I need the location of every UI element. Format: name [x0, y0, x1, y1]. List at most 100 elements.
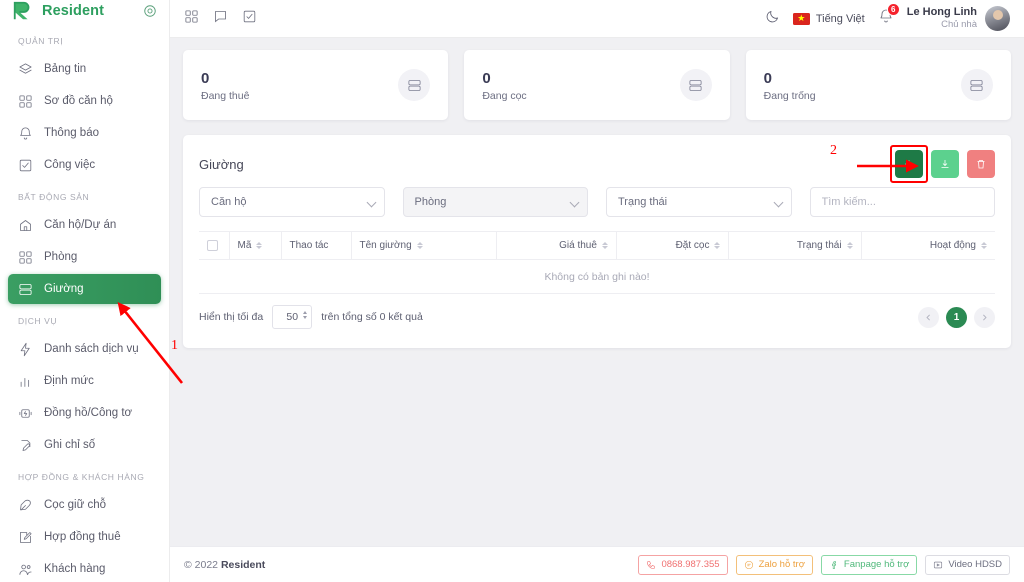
sidebar-item-ng-h-c-ng-t[interactable]: Đồng hồ/Công tơ	[8, 398, 161, 428]
layers-icon	[18, 62, 33, 77]
language-selector[interactable]: ★ Tiếng Việt	[793, 13, 865, 25]
task-check-icon	[18, 158, 33, 173]
stat-value: 0	[482, 68, 526, 91]
sidebar-item-c-c-gi-ch[interactable]: Cọc giữ chỗ	[8, 490, 161, 520]
sidebar-item-c-ng-vi-c[interactable]: Công việc	[8, 150, 161, 180]
table-header-cell[interactable]: Mã	[229, 232, 281, 260]
sort-icon[interactable]	[602, 242, 608, 249]
sidebar: Resident QUẢN TRỊBảng tinSơ đồ căn hộThô…	[0, 0, 170, 582]
panel-header: Giường	[199, 149, 995, 179]
sidebar-item-label: Định mức	[44, 375, 94, 387]
panel-title: Giường	[199, 157, 244, 172]
page-size-select[interactable]: 50	[272, 305, 312, 329]
zalo-support-button[interactable]: Zalo hỗ trợ	[736, 555, 813, 575]
task-check-icon[interactable]	[242, 9, 257, 29]
sidebar-item-c-n-h-d-n[interactable]: Căn hộ/Dự án	[8, 210, 161, 240]
table-header-cell[interactable]: Trạng thái	[729, 232, 861, 260]
bed-icon	[680, 69, 712, 101]
sort-icon[interactable]	[417, 242, 423, 249]
topbar-right: ★ Tiếng Việt 6 Le Hong Linh Chủ nhà	[765, 6, 1010, 32]
panel-action-buttons	[895, 150, 995, 178]
annotation-number-1: 1	[171, 338, 178, 354]
notifications-button[interactable]: 6	[878, 8, 894, 29]
sidebar-item-ph-ng[interactable]: Phòng	[8, 242, 161, 272]
sidebar-item-ghi-ch-s[interactable]: Ghi chỉ số	[8, 430, 161, 460]
edit-square-icon	[18, 530, 33, 545]
table-header-cell[interactable]: Đặt cọc	[616, 232, 729, 260]
stat-cards: 0Đang thuê0Đang cọc0Đang trống	[183, 50, 1011, 120]
page-1-button[interactable]: 1	[946, 307, 967, 328]
add-button[interactable]	[895, 150, 923, 178]
export-button[interactable]	[931, 150, 959, 178]
footer-support-buttons: 0868.987.355 Zalo hỗ trợ Fanpage hỗ trợ …	[638, 555, 1010, 575]
user-role: Chủ nhà	[907, 19, 977, 31]
main-area: ★ Tiếng Việt 6 Le Hong Linh Chủ nhà	[170, 0, 1024, 582]
sidebar-item-kh-ch-h-ng[interactable]: Khách hàng	[8, 554, 161, 582]
stat-value: 0	[764, 68, 816, 91]
sidebar-item-b-ng-tin[interactable]: Bảng tin	[8, 54, 161, 84]
prev-page-button[interactable]	[918, 307, 939, 328]
search-filter	[810, 187, 996, 217]
sidebar-item-label: Giường	[44, 283, 84, 295]
sidebar-group-title: QUẢN TRỊ	[0, 26, 169, 52]
app-root: Resident QUẢN TRỊ Bảng tin Sơ đồ căn hộ Thô…	[0, 0, 1024, 582]
bell-icon	[18, 126, 33, 141]
fanpage-support-button[interactable]: Fanpage hỗ trợ	[821, 555, 917, 575]
vietnam-flag-icon: ★	[793, 13, 810, 25]
stat-text: 0Đang cọc	[482, 68, 526, 103]
apartment-select[interactable]: Căn hộ	[199, 187, 385, 217]
sort-icon[interactable]	[256, 242, 262, 249]
page-size-control: Hiển thị tối đa 50 trên tổng số 0 kết qu…	[199, 305, 423, 329]
avatar[interactable]	[985, 6, 1010, 31]
sidebar-item-th-ng-b-o[interactable]: Thông báo	[8, 118, 161, 148]
sidebar-item-danh-s-ch-d-ch-v[interactable]: Danh sách dịch vụ	[8, 334, 161, 364]
sort-icon[interactable]	[714, 242, 720, 249]
stat-label: Đang thuê	[201, 90, 249, 102]
stat-card: 0Đang cọc	[464, 50, 729, 120]
pagination: 1	[918, 307, 995, 328]
sidebar-nav: QUẢN TRỊ Bảng tin Sơ đồ căn hộ Thông báoCôn…	[0, 22, 169, 582]
select-all-checkbox[interactable]	[207, 240, 218, 251]
apartment-filter: Căn hộ	[199, 187, 385, 217]
status-select[interactable]: Trạng thái	[606, 187, 792, 217]
sidebar-item-h-p-ng-thu[interactable]: Hợp đồng thuê	[8, 522, 161, 552]
page-footer: © 2022 Resident 0868.987.355 Zalo hỗ trợ…	[170, 546, 1024, 582]
user-menu[interactable]: Le Hong Linh Chủ nhà	[907, 6, 1010, 32]
search-input[interactable]	[810, 187, 996, 217]
moon-icon[interactable]	[765, 9, 780, 29]
phone-support-button[interactable]: 0868.987.355	[638, 555, 727, 575]
table-header-cell[interactable]: Hoạt động	[861, 232, 995, 260]
target-icon[interactable]	[143, 4, 157, 18]
copyright: © 2022 Resident	[184, 559, 265, 571]
table-body: Không có bản ghi nào!	[199, 260, 995, 294]
sort-icon[interactable]	[981, 242, 987, 249]
table-header-row: Mã Thao tác Tên giườngGiá thuêĐặt cọcTrạng…	[199, 232, 995, 260]
sidebar-item-gi-ng[interactable]: Giường	[8, 274, 161, 304]
sidebar-item-label: Ghi chỉ số	[44, 439, 95, 451]
copyright-year: © 2022	[184, 559, 218, 571]
column-label: Thao tác	[290, 240, 329, 251]
fanpage-support-label: Fanpage hỗ trợ	[844, 559, 909, 570]
meter-icon	[18, 406, 33, 421]
page-size-prefix-label: Hiển thị tối đa	[199, 311, 263, 323]
note-pen-icon	[18, 438, 33, 453]
sort-icon[interactable]	[847, 242, 853, 249]
sidebar-item-nh-m-c[interactable]: Định mức	[8, 366, 161, 396]
chat-icon[interactable]	[213, 9, 228, 29]
video-guide-button[interactable]: Video HDSD	[925, 555, 1010, 575]
table-header-cell[interactable]: Giá thuê	[497, 232, 617, 260]
table-header-cell[interactable]: Tên giường	[351, 232, 497, 260]
sidebar-item-s-c-n-h[interactable]: Sơ đồ căn hộ	[8, 86, 161, 116]
notification-badge: 6	[887, 3, 900, 16]
sidebar-item-label: Hợp đồng thuê	[44, 531, 121, 543]
grid-icon[interactable]	[184, 9, 199, 29]
sidebar-item-label: Bảng tin	[44, 63, 86, 75]
room-select[interactable]: Phòng	[403, 187, 589, 217]
bed-icon	[961, 69, 993, 101]
delete-button[interactable]	[967, 150, 995, 178]
next-page-button[interactable]	[974, 307, 995, 328]
sidebar-item-label: Sơ đồ căn hộ	[44, 95, 113, 107]
copyright-brand: Resident	[221, 559, 265, 571]
beds-panel: Giường	[183, 135, 1011, 348]
bar-chart-icon	[18, 374, 33, 389]
